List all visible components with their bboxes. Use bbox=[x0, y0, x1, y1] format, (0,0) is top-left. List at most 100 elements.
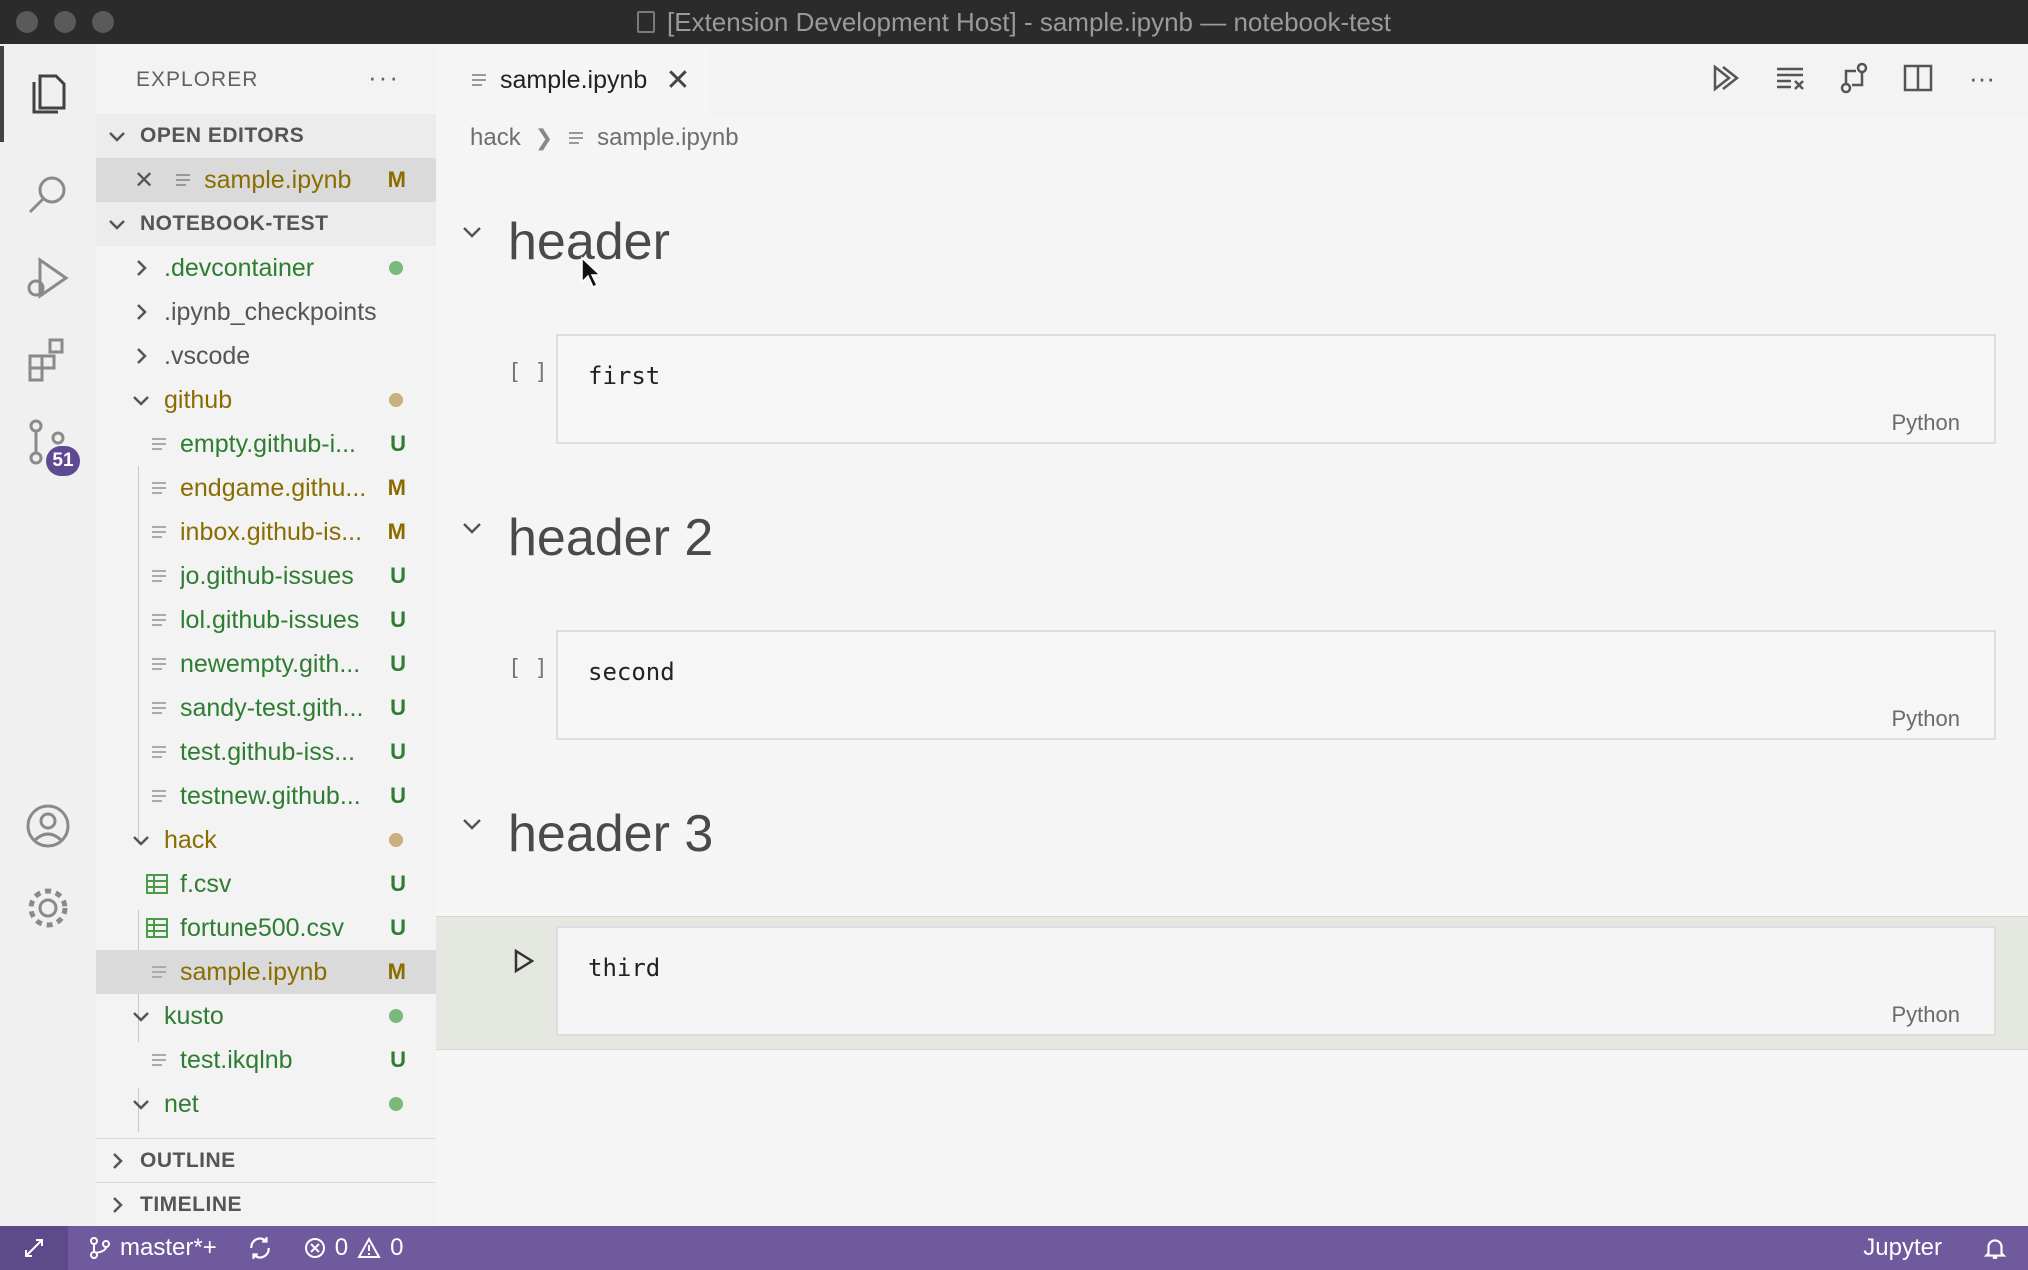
tree-folder[interactable]: .devcontainer bbox=[96, 246, 436, 290]
git-branch-icon bbox=[90, 1237, 110, 1259]
sync-button[interactable] bbox=[247, 1235, 273, 1261]
tree-file[interactable]: endgame.githu... M bbox=[96, 466, 436, 510]
file-icon bbox=[152, 702, 166, 714]
code-cell[interactable]: second Python bbox=[556, 630, 1996, 740]
document-icon bbox=[636, 11, 655, 33]
tree-folder[interactable]: kusto bbox=[96, 994, 436, 1038]
tree-file[interactable]: empty.github-i... U bbox=[96, 422, 436, 466]
tree-file-selected[interactable]: sample.ipynb M bbox=[96, 950, 436, 994]
tree-file[interactable]: f.csv U bbox=[96, 862, 436, 906]
maximize-window-button[interactable] bbox=[92, 11, 114, 33]
tree-file[interactable]: test.github-iss... U bbox=[96, 730, 436, 774]
breadcrumb-folder[interactable]: hack bbox=[470, 124, 521, 152]
tree-file[interactable]: test.ikqlnb U bbox=[96, 1038, 436, 1082]
notebook-editor: sample.ipynb ✕ ··· hack ❯ sample.ipynb h… bbox=[436, 44, 2028, 1226]
chevron-right-icon bbox=[113, 1196, 123, 1213]
file-icon bbox=[152, 658, 166, 670]
clear-outputs-button[interactable] bbox=[1770, 58, 1810, 98]
sidebar-title: EXPLORER bbox=[136, 68, 259, 91]
timeline-header[interactable]: TIMELINE bbox=[96, 1182, 436, 1226]
cell-language[interactable]: Python bbox=[1892, 410, 1961, 436]
breadcrumb-file[interactable]: sample.ipynb bbox=[597, 124, 738, 152]
code-cell[interactable]: first Python bbox=[556, 334, 1996, 444]
sync-icon bbox=[249, 1237, 270, 1259]
source-control-activity[interactable]: 51 bbox=[0, 394, 96, 490]
cell-language[interactable]: Python bbox=[1892, 706, 1961, 732]
tree-folder[interactable]: .vscode bbox=[96, 334, 436, 378]
file-icon bbox=[152, 1054, 166, 1066]
ellipsis-icon: ··· bbox=[1969, 62, 1995, 93]
explorer-activity[interactable] bbox=[0, 46, 96, 142]
cell-source[interactable]: first bbox=[588, 362, 660, 390]
tree-file[interactable]: lol.github-issues U bbox=[96, 598, 436, 642]
markdown-heading[interactable]: header 2 bbox=[508, 508, 713, 568]
minimize-window-button[interactable] bbox=[54, 11, 76, 33]
kernel-indicator[interactable]: Jupyter bbox=[1863, 1234, 1942, 1262]
tree-file[interactable]: testnew.github... U bbox=[96, 774, 436, 818]
split-editor-button[interactable] bbox=[1898, 58, 1938, 98]
file-icon bbox=[152, 614, 166, 626]
tree-file[interactable]: fortune500.csv U bbox=[96, 906, 436, 950]
workspace-header[interactable]: NOTEBOOK-TEST bbox=[96, 202, 436, 246]
more-actions-button[interactable]: ··· bbox=[1962, 58, 2002, 98]
status-bar: master*+ 0 0 Jupyter bbox=[0, 1226, 2028, 1270]
chevron-right-icon: ❯ bbox=[534, 125, 554, 150]
collapse-chevron-icon[interactable] bbox=[460, 516, 484, 540]
more-actions-icon[interactable]: ··· bbox=[368, 62, 400, 93]
modified-dot bbox=[389, 393, 403, 407]
clear-all-icon bbox=[1777, 67, 1804, 90]
bell-icon[interactable] bbox=[1982, 1235, 2008, 1261]
chevron-down-icon bbox=[133, 396, 149, 406]
notebook-file-icon bbox=[152, 966, 166, 978]
open-editor-item[interactable]: ✕ sample.ipynb M bbox=[96, 158, 436, 202]
close-window-button[interactable] bbox=[16, 11, 38, 33]
open-changes-button[interactable] bbox=[1834, 58, 1874, 98]
notebook-file-icon bbox=[472, 74, 486, 86]
gear-icon bbox=[28, 888, 68, 928]
manage-activity[interactable] bbox=[0, 860, 96, 956]
close-editor-icon[interactable]: ✕ bbox=[134, 166, 154, 195]
open-editors-header[interactable]: OPEN EDITORS bbox=[96, 114, 436, 158]
error-icon bbox=[304, 1238, 325, 1258]
code-cell[interactable]: third Python bbox=[556, 926, 1996, 1036]
collapse-chevron-icon[interactable] bbox=[460, 812, 484, 836]
markdown-heading[interactable]: header 3 bbox=[508, 804, 713, 864]
run-cell-icon[interactable] bbox=[512, 948, 536, 974]
remote-indicator[interactable] bbox=[0, 1226, 68, 1270]
close-tab-icon[interactable]: ✕ bbox=[665, 63, 690, 98]
tab-sample-ipynb[interactable]: sample.ipynb ✕ bbox=[436, 44, 711, 116]
run-all-button[interactable] bbox=[1706, 58, 1746, 98]
tree-folder[interactable]: hack bbox=[96, 818, 436, 862]
branch-indicator[interactable]: master*+ bbox=[88, 1234, 217, 1262]
chevron-down-icon bbox=[133, 1012, 149, 1022]
untracked-dot bbox=[389, 1009, 403, 1023]
chevron-down-icon bbox=[133, 836, 149, 846]
tree-folder[interactable]: github bbox=[96, 378, 436, 422]
execution-count: [ ] bbox=[508, 360, 548, 385]
window-title: [Extension Development Host] - sample.ip… bbox=[666, 6, 1392, 37]
search-icon bbox=[28, 176, 66, 214]
outline-header[interactable]: OUTLINE bbox=[96, 1138, 436, 1182]
tree-folder[interactable]: net bbox=[96, 1082, 436, 1126]
execution-count: [ ] bbox=[508, 656, 548, 681]
chevron-right-icon bbox=[137, 260, 147, 276]
warning-icon bbox=[357, 1236, 381, 1258]
chevron-down-icon bbox=[109, 220, 125, 230]
activity-bar: 51 bbox=[0, 44, 96, 1226]
file-icon bbox=[152, 482, 166, 494]
collapse-chevron-icon[interactable] bbox=[460, 220, 484, 244]
tree-file[interactable]: sandy-test.gith... U bbox=[96, 686, 436, 730]
account-icon bbox=[26, 804, 70, 848]
cell-source[interactable]: third bbox=[588, 954, 660, 982]
tree-file[interactable]: newempty.gith... U bbox=[96, 642, 436, 686]
mouse-pointer-icon bbox=[581, 256, 602, 289]
remote-icon bbox=[25, 1239, 43, 1257]
tree-file[interactable]: jo.github-issues U bbox=[96, 554, 436, 598]
notebook-file-icon bbox=[176, 174, 191, 186]
problems-indicator[interactable]: 0 0 bbox=[303, 1234, 403, 1262]
tree-file[interactable]: inbox.github-is... M bbox=[96, 510, 436, 554]
modified-dot bbox=[389, 833, 403, 847]
cell-source[interactable]: second bbox=[588, 658, 675, 686]
cell-language[interactable]: Python bbox=[1892, 1002, 1961, 1028]
tree-folder[interactable]: .ipynb_checkpoints bbox=[96, 290, 436, 334]
